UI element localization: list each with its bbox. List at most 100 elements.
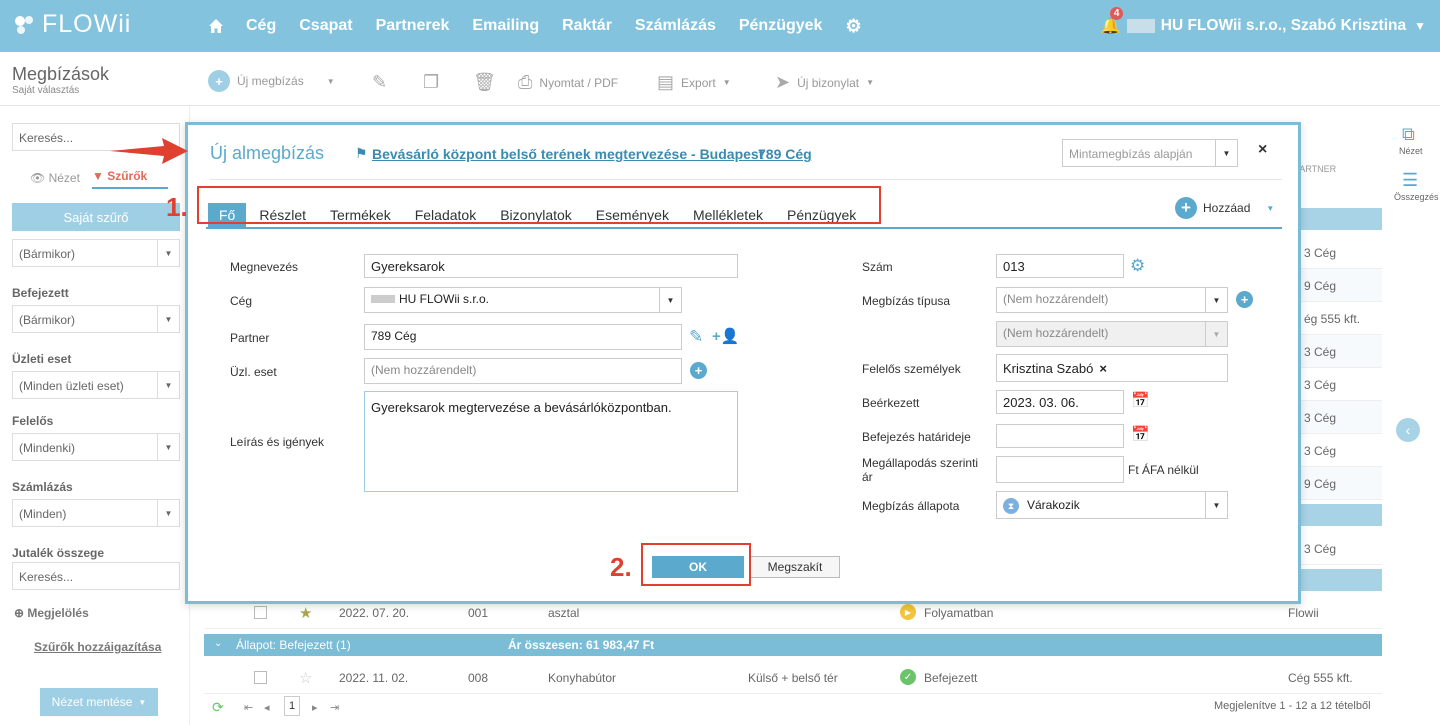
business-case-filter-select[interactable]: (Minden üzleti eset) ▼ [12,371,180,399]
ok-highlight-box [641,543,751,586]
edit-pencil-icon[interactable]: ✎ [372,72,387,93]
partner-link[interactable]: 789 Cég [758,146,812,162]
flag-icon: ⚑ [355,145,368,161]
name-input[interactable]: Gyereksarok [364,254,738,278]
status-select[interactable]: ⧗ Várakozik ▼ [996,491,1228,519]
main-nav: Cég Csapat Partnerek Emailing Raktár Szá… [206,0,885,52]
redacted-block [1126,19,1155,33]
new-order-button[interactable]: + Új megbízás ▼ [208,70,335,92]
refresh-icon[interactable]: ⟳ [212,699,224,716]
row-partner: 3 Cég [1304,542,1337,556]
number-input[interactable]: 013 [996,254,1124,278]
notification-badge: 4 [1109,7,1124,20]
prev-page-icon[interactable]: ◂ [264,701,270,714]
last-page-icon[interactable]: ⇥ [330,701,339,714]
row-category: Külső + belső tér [748,671,838,685]
assign-filters-link[interactable]: Szűrők hozzáigazítása [34,640,161,654]
close-icon[interactable]: × [1258,141,1267,159]
copy-icon[interactable]: ❐ [423,72,439,93]
add-order-type-icon[interactable]: + [1236,291,1253,308]
mark-toggle[interactable]: ⊕ Megjelölés [14,606,89,620]
trash-icon[interactable]: 🗑 [473,72,496,93]
calendar-icon[interactable]: 📅 [1131,425,1150,443]
date-filter-select[interactable]: (Bármikor) ▼ [12,239,180,267]
tab-nezet[interactable]: 👁 Nézet [30,171,80,185]
cancel-button[interactable]: Megszakít [750,556,840,578]
tabs-highlight-box [197,186,881,224]
add-button[interactable]: + Hozzáad ▼ [1175,197,1274,219]
row-partner: Flowii [1288,606,1319,620]
price-input[interactable] [996,456,1124,483]
next-page-icon[interactable]: ▸ [312,701,318,714]
star-icon[interactable]: ★ [299,604,312,622]
chevron-down-icon[interactable]: ▼ [327,77,335,86]
filter-label-finished: Befejezett [12,286,69,300]
page-subtitle: Saját választás [12,85,80,96]
view-label: Nézet [1399,146,1423,156]
row-checkbox[interactable] [254,671,267,684]
nav-emailing[interactable]: Emailing [472,17,539,35]
nav-csapat[interactable]: Csapat [299,17,352,35]
chevron-down-icon: ▼ [138,697,147,707]
nav-ceg[interactable]: Cég [246,17,276,35]
partner-input[interactable]: 789 Cég [364,324,682,350]
eye-icon: 👁 [30,171,49,185]
billing-filter-select[interactable]: (Minden) ▼ [12,499,180,527]
notification-bell-icon[interactable]: 🔔 4 [1101,7,1124,36]
order-subtype-select: (Nem hozzárendelt) ▼ [996,321,1228,347]
order-type-select[interactable]: (Nem hozzárendelt) ▼ [996,287,1228,313]
star-outline-icon[interactable]: ☆ [299,669,312,687]
page-number-input[interactable]: 1 [284,696,300,716]
print-button[interactable]: ⎙ Nyomtat / PDF [518,72,618,93]
settings-gear-icon[interactable]: ⚙ [845,16,861,37]
filter-sidebar: Keresés... 👁 Nézet ▼ Szűrők Saját szűrő … [0,106,190,725]
chevron-left-icon[interactable]: ‹ [1396,418,1420,442]
own-filter-button[interactable]: Saját szűrő [12,203,180,231]
order-type-value: (Nem hozzárendelt) [1003,292,1109,306]
business-case-input[interactable]: (Nem hozzárendelt) [364,358,682,384]
commission-search-input[interactable]: Keresés... [12,562,180,590]
row-partner: 3 Cég [1304,345,1337,359]
responsible-tag-input[interactable]: Krisztina Szabó × [996,354,1228,382]
remove-tag-icon[interactable]: × [1099,361,1107,376]
new-document-label: Új bizonylat [797,75,860,90]
tab-szurok[interactable]: ▼ Szűrők [92,169,168,189]
company-select[interactable]: HU FLOWii s.r.o. ▼ [364,287,682,313]
user-menu[interactable]: 🔔 4 HU FLOWii s.r.o., Szabó Krisztina ▼ [1101,0,1426,52]
nav-partnerek[interactable]: Partnerek [376,17,450,35]
nav-penzugyek[interactable]: Pénzügyek [739,17,823,35]
first-page-icon[interactable]: ⇤ [244,701,253,714]
save-view-button[interactable]: Nézet mentése ▼ [40,688,158,716]
home-icon[interactable] [206,16,226,36]
new-document-button[interactable]: ➤ Új bizonylat ▼ [775,72,874,93]
red-pointer-arrow-icon [110,138,188,164]
edit-pencil-icon[interactable]: ✎ [689,327,703,347]
responsible-filter-select[interactable]: (Mindenki) ▼ [12,433,180,461]
row-partner: ég 555 kft. [1304,312,1361,326]
divider [210,179,1282,180]
save-view-label: Nézet mentése [51,695,133,709]
template-select[interactable]: Mintamegbízás alapján ▼ [1062,139,1238,167]
calendar-icon[interactable]: 📅 [1131,391,1150,409]
flowii-logo[interactable]: FLOWii [12,10,131,39]
received-date-input[interactable]: 2023. 03. 06. [996,390,1124,414]
gear-icon[interactable]: ⚙ [1130,256,1145,276]
add-business-case-icon[interactable]: + [690,362,707,379]
group-label: Állapot: Befejezett (1) [236,638,351,652]
row-number: 008 [468,671,489,685]
group-header-finished[interactable]: ⌄ Állapot: Befejezett (1) Ár összesen: 6… [204,634,1382,656]
hourglass-icon: ⧗ [1003,498,1019,514]
action-toolbar: Megbízások Saját választás + Új megbízás… [0,52,1440,106]
row-checkbox[interactable] [254,606,267,619]
description-textarea[interactable]: Gyereksarok megtervezése a bevásárlóközp… [364,391,738,492]
list-icon[interactable]: ☰ [1402,170,1418,191]
export-button[interactable]: ▤ Export ▼ [657,72,731,93]
parent-order-link[interactable]: Bevásárló központ belső terének megterve… [372,146,763,162]
external-view-icon[interactable]: ⧉ [1402,124,1415,145]
nav-raktar[interactable]: Raktár [562,17,612,35]
add-person-icon[interactable]: +👤 [712,327,739,345]
tab-nezet-label: Nézet [48,171,80,185]
nav-szamlazas[interactable]: Számlázás [635,17,716,35]
finished-filter-select[interactable]: (Bármikor) ▼ [12,305,180,333]
deadline-date-input[interactable] [996,424,1124,448]
